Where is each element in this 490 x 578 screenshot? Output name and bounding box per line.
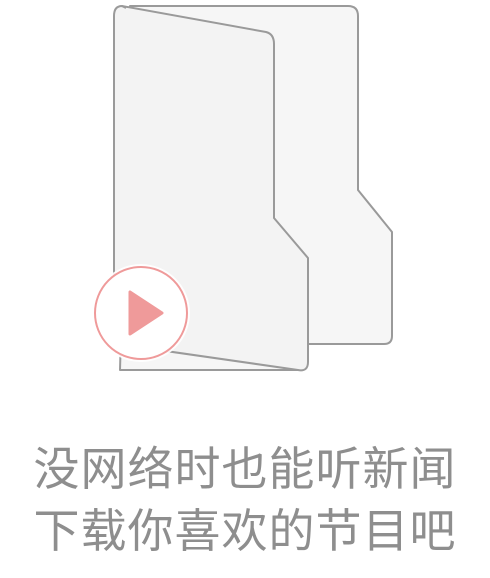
empty-state-message: 没网络时也能听新闻 下载你喜欢的节目吧 [0, 438, 490, 562]
message-line-download: 下载你喜欢的节目吧 [33, 504, 457, 558]
open-folder-icon [92, 5, 393, 372]
play-circle-icon [92, 264, 190, 362]
message-line-offline: 没网络时也能听新闻 [33, 442, 457, 496]
empty-state-illustration [0, 0, 490, 400]
